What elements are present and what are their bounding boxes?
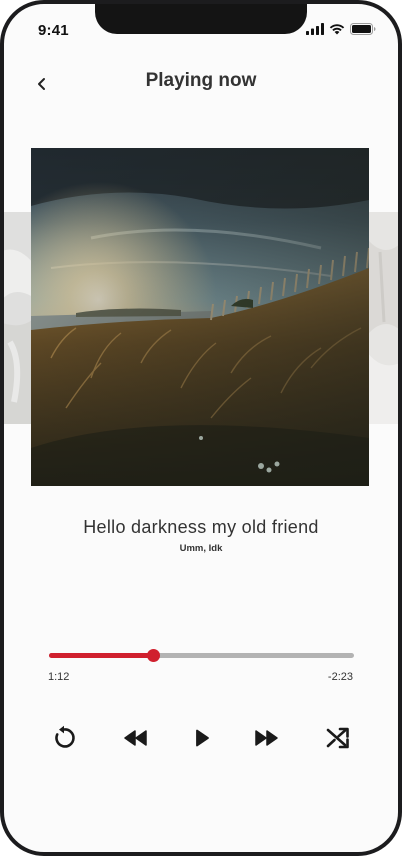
shuffle-icon bbox=[326, 727, 349, 749]
album-art bbox=[31, 148, 369, 486]
fast-forward-icon bbox=[255, 730, 278, 746]
fast-forward-button[interactable] bbox=[250, 722, 282, 754]
page-title: Playing now bbox=[145, 70, 257, 91]
song-artist: Umm, Idk bbox=[179, 543, 223, 554]
rewind-button[interactable] bbox=[120, 722, 152, 754]
rewind-icon bbox=[124, 730, 147, 746]
play-button[interactable] bbox=[186, 722, 218, 754]
replay-button[interactable] bbox=[48, 722, 80, 754]
shuffle-button[interactable] bbox=[322, 722, 354, 754]
status-time: 9:41 bbox=[38, 22, 69, 39]
replay-icon bbox=[55, 725, 75, 748]
play-icon bbox=[196, 729, 209, 747]
status-icons bbox=[306, 23, 376, 35]
signal-icon bbox=[306, 23, 324, 35]
album-cover-image bbox=[31, 148, 369, 486]
time-remaining: -2:23 bbox=[327, 671, 353, 683]
progress-thumb[interactable] bbox=[146, 649, 160, 662]
progress-slider[interactable] bbox=[49, 649, 354, 662]
progress-fill bbox=[49, 653, 153, 658]
notch bbox=[95, 4, 307, 34]
battery-icon bbox=[350, 23, 376, 35]
phone-frame: 9:41 Playing now Hello darkness my old f… bbox=[0, 0, 402, 856]
song-title: Hello darkness my old friend bbox=[83, 517, 319, 537]
wifi-icon bbox=[329, 24, 345, 35]
time-elapsed: 1:12 bbox=[48, 671, 70, 683]
